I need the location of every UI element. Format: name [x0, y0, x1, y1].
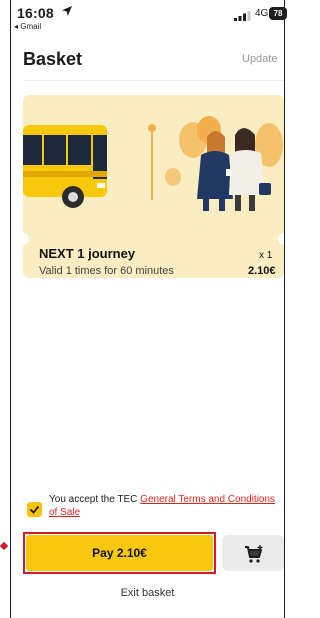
network-type: 4G — [255, 8, 269, 19]
ticket-quantity: x 1 — [259, 250, 273, 261]
location-arrow-icon — [62, 6, 72, 16]
terms-acceptance-text: You accept the TEC General Terms and Con… — [49, 493, 284, 519]
cellular-signal-icon — [234, 11, 251, 21]
update-button[interactable]: Update — [242, 53, 277, 65]
bus-and-passengers-illustration — [23, 116, 283, 211]
ticket-name: NEXT 1 journey — [39, 246, 136, 261]
status-bar: 16:08 ◂ Gmail 4G 78 — [11, 0, 287, 34]
header-divider — [23, 80, 284, 81]
page-title: Basket — [23, 49, 83, 69]
device-frame-edge-right — [284, 0, 285, 618]
add-to-cart-button[interactable] — [222, 535, 284, 571]
ticket-notch-left — [23, 233, 29, 245]
check-icon — [29, 505, 40, 514]
pay-button[interactable]: Pay 2.10€ — [26, 535, 213, 571]
ticket-validity: Valid 1 times for 60 minutes — [39, 265, 174, 277]
back-to-gmail-link[interactable]: ◂ Gmail — [14, 22, 41, 31]
terms-checkbox[interactable] — [27, 502, 42, 517]
pay-button-label: Pay 2.10€ — [92, 546, 147, 560]
ticket-card[interactable]: NEXT 1 journey Valid 1 times for 60 minu… — [23, 95, 284, 278]
terms-prefix: You accept the TEC — [49, 494, 141, 505]
app-screen: 16:08 ◂ Gmail 4G 78 Basket Update NEXT 1… — [11, 0, 287, 618]
add-to-cart-icon — [245, 545, 263, 563]
status-time: 16:08 — [17, 5, 54, 21]
exit-basket-button[interactable]: Exit basket — [11, 587, 284, 599]
ticket-price: 2.10€ — [248, 265, 276, 277]
